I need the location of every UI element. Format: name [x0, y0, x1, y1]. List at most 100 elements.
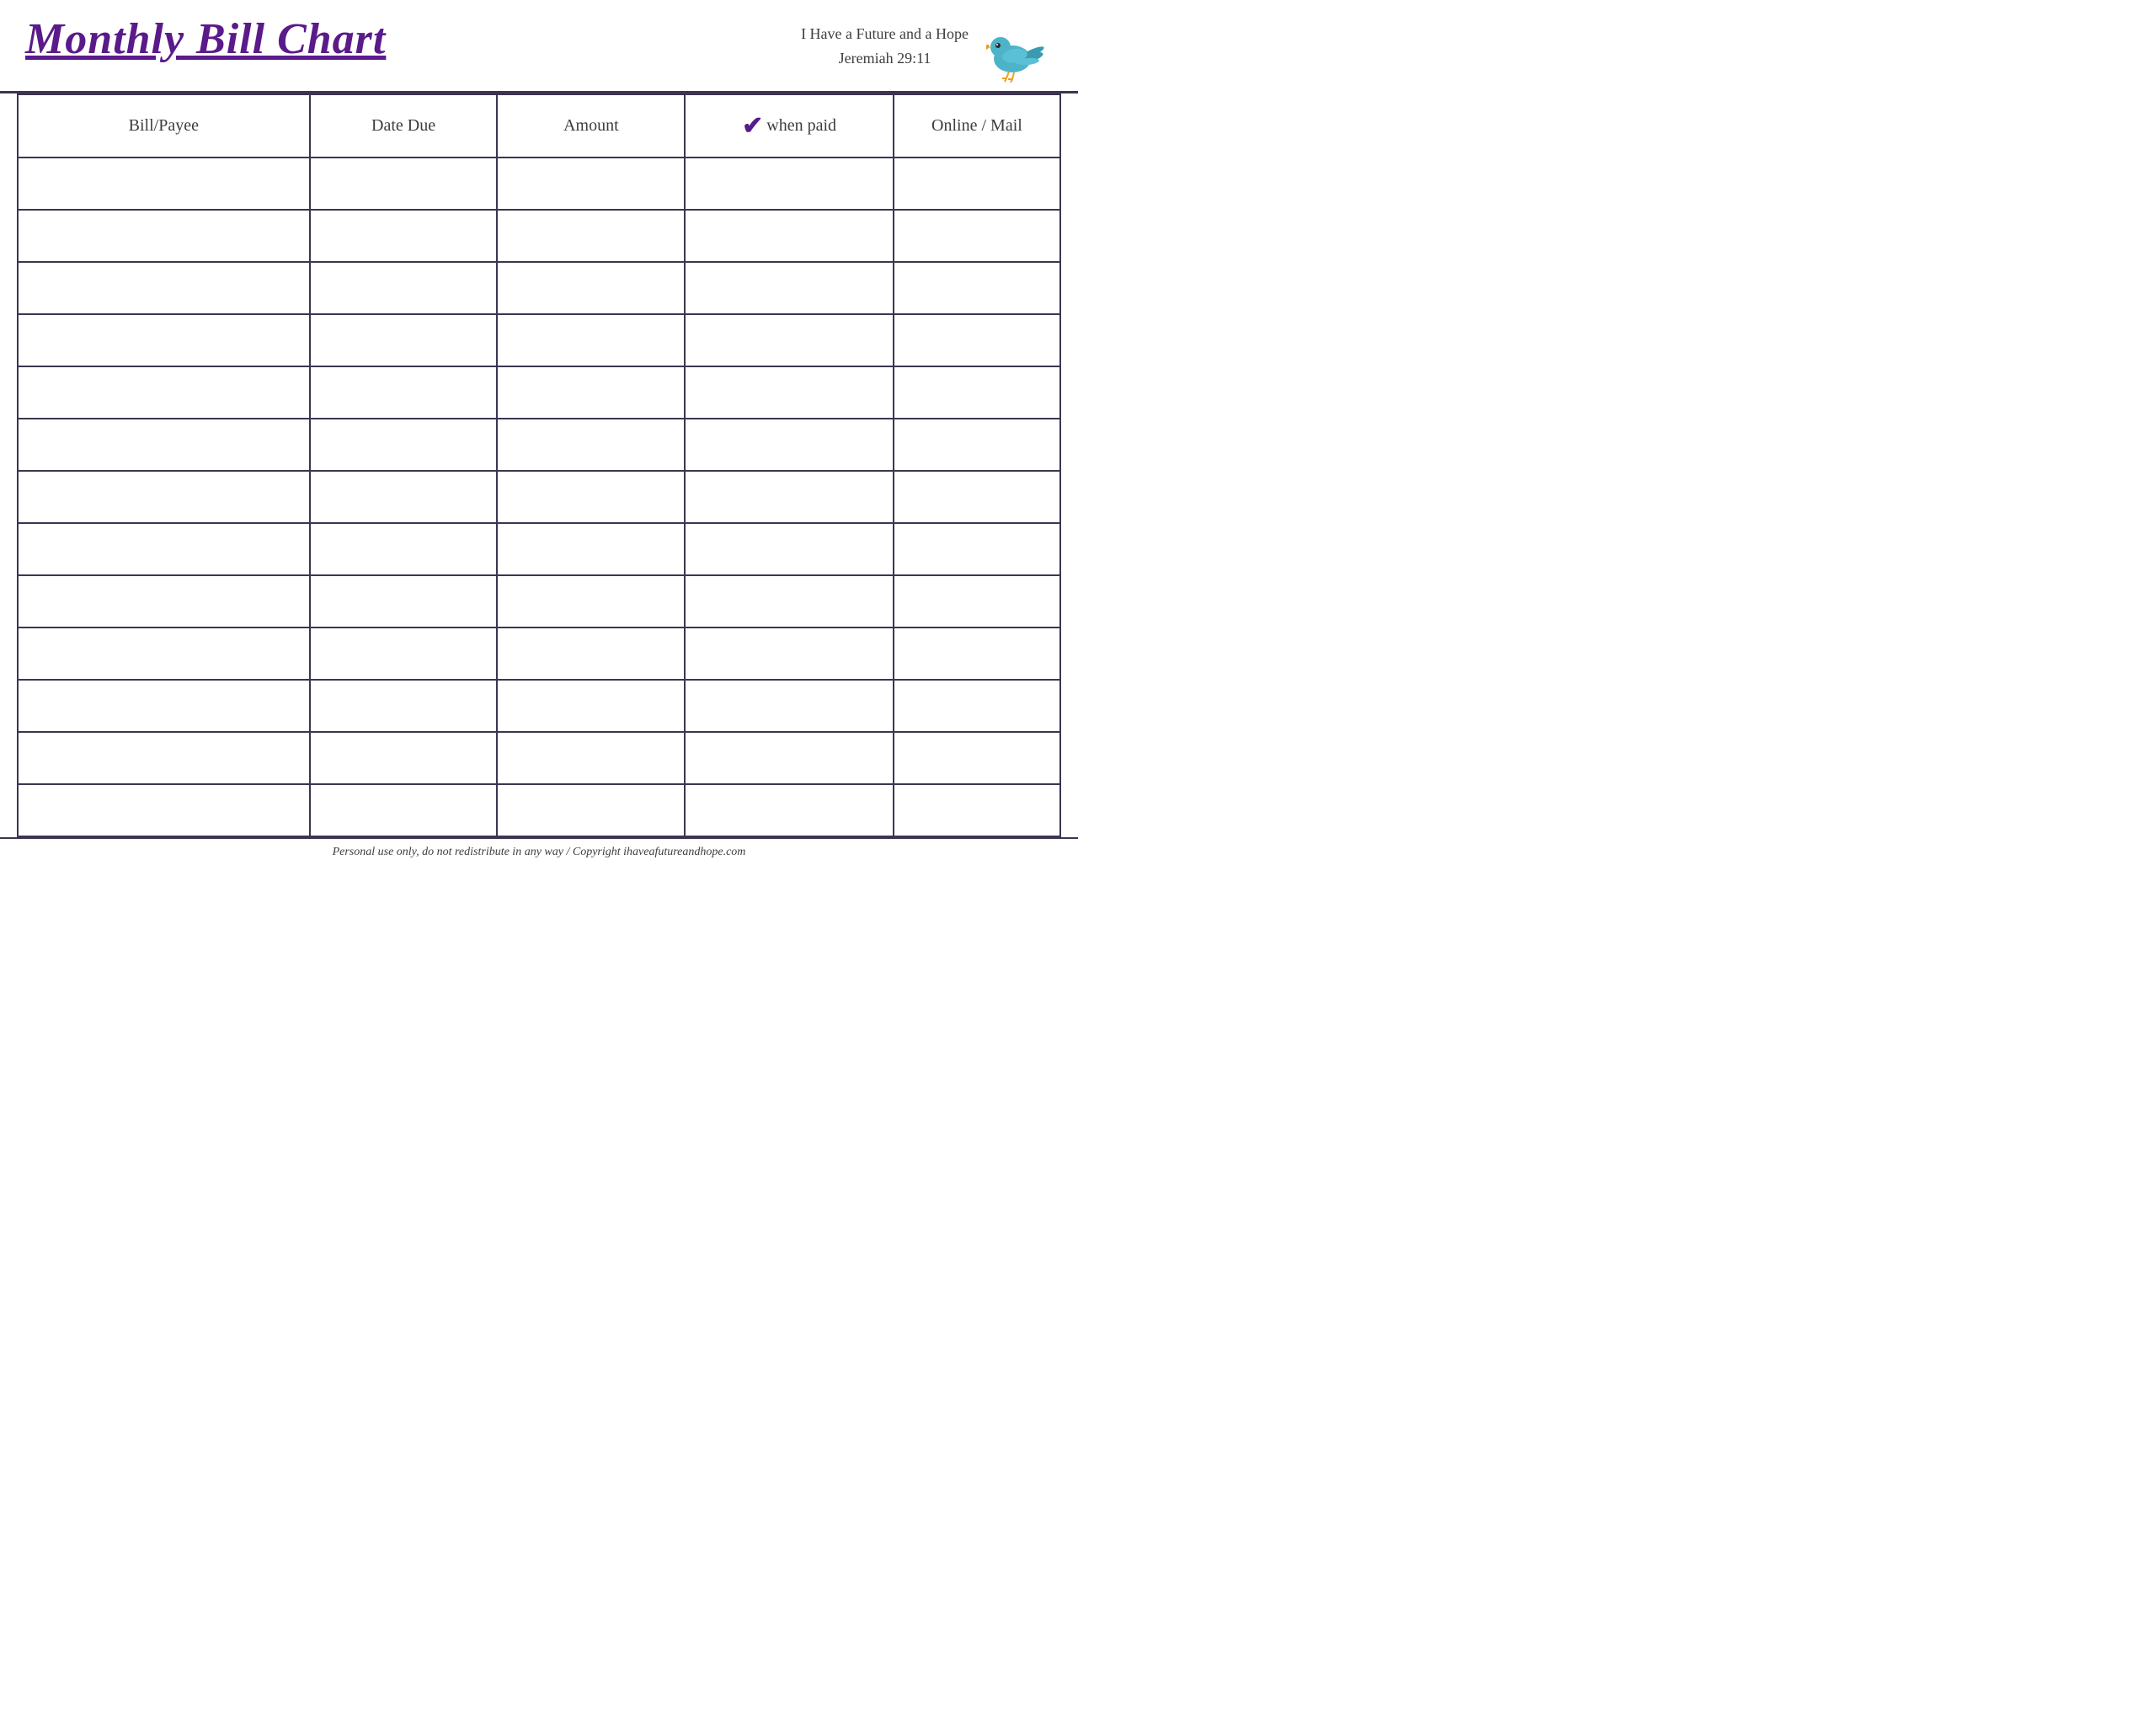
table-cell[interactable]: [894, 784, 1060, 836]
table-row: [18, 732, 1060, 784]
table-cell[interactable]: [310, 210, 498, 262]
table-cell[interactable]: [894, 575, 1060, 628]
table-cell[interactable]: [310, 784, 498, 836]
bird-icon: [977, 15, 1053, 83]
table-cell[interactable]: [497, 419, 685, 471]
col-header-online: Online / Mail: [894, 94, 1060, 158]
table-cell[interactable]: [685, 419, 894, 471]
table-cell[interactable]: [18, 523, 310, 575]
table-row: [18, 158, 1060, 210]
table-cell[interactable]: [685, 680, 894, 732]
table-cell[interactable]: [685, 523, 894, 575]
table-cell[interactable]: [685, 575, 894, 628]
table-cell[interactable]: [685, 471, 894, 523]
table-cell[interactable]: [18, 366, 310, 419]
col-header-amount: Amount: [497, 94, 685, 158]
table-cell[interactable]: [685, 210, 894, 262]
col-header-date: Date Due: [310, 94, 498, 158]
table-cell[interactable]: [894, 210, 1060, 262]
title-section: Monthly Bill Chart: [25, 15, 386, 63]
table-cell[interactable]: [894, 523, 1060, 575]
table-container: Bill/Payee Date Due Amount ✔ when paid: [0, 93, 1078, 837]
table-cell[interactable]: [497, 210, 685, 262]
table-cell[interactable]: [894, 732, 1060, 784]
table-cell[interactable]: [18, 784, 310, 836]
table-row: [18, 575, 1060, 628]
table-cell[interactable]: [497, 628, 685, 680]
right-header: I Have a Future and a Hope Jeremiah 29:1…: [801, 15, 1053, 83]
scripture-line1: I Have a Future and a Hope: [801, 22, 969, 46]
table-cell[interactable]: [310, 628, 498, 680]
table-cell[interactable]: [18, 314, 310, 366]
table-cell[interactable]: [310, 314, 498, 366]
table-cell[interactable]: [18, 419, 310, 471]
table-cell[interactable]: [18, 210, 310, 262]
table-cell[interactable]: [685, 628, 894, 680]
table-cell[interactable]: [310, 419, 498, 471]
table-cell[interactable]: [310, 575, 498, 628]
bill-table: Bill/Payee Date Due Amount ✔ when paid: [17, 93, 1061, 837]
table-cell[interactable]: [310, 680, 498, 732]
checkmark-icon: ✔: [742, 114, 763, 139]
table-row: [18, 471, 1060, 523]
table-cell[interactable]: [310, 158, 498, 210]
scripture-text: I Have a Future and a Hope Jeremiah 29:1…: [801, 15, 969, 71]
table-cell[interactable]: [497, 680, 685, 732]
table-cell[interactable]: [685, 314, 894, 366]
table-row: [18, 523, 1060, 575]
table-cell[interactable]: [894, 314, 1060, 366]
table-row: [18, 262, 1060, 314]
table-cell[interactable]: [18, 158, 310, 210]
table-cell[interactable]: [894, 366, 1060, 419]
table-cell[interactable]: [497, 262, 685, 314]
table-cell[interactable]: [310, 366, 498, 419]
table-cell[interactable]: [497, 784, 685, 836]
table-cell[interactable]: [685, 262, 894, 314]
footer-text: Personal use only, do not redistribute i…: [333, 846, 746, 858]
table-row: [18, 419, 1060, 471]
header: Monthly Bill Chart I Have a Future and a…: [0, 0, 1078, 93]
table-cell[interactable]: [685, 784, 894, 836]
table-row: [18, 680, 1060, 732]
main-title: Monthly Bill Chart: [25, 15, 386, 63]
table-cell[interactable]: [18, 628, 310, 680]
table-cell[interactable]: [310, 732, 498, 784]
table-cell[interactable]: [894, 628, 1060, 680]
table-cell[interactable]: [18, 471, 310, 523]
table-cell[interactable]: [894, 419, 1060, 471]
table-cell[interactable]: [894, 680, 1060, 732]
table-cell[interactable]: [18, 732, 310, 784]
check-label: when paid: [766, 116, 836, 136]
table-cell[interactable]: [894, 158, 1060, 210]
table-cell[interactable]: [497, 158, 685, 210]
footer: Personal use only, do not redistribute i…: [0, 837, 1078, 866]
table-cell[interactable]: [497, 471, 685, 523]
table-cell[interactable]: [685, 158, 894, 210]
table-row: [18, 366, 1060, 419]
table-cell[interactable]: [497, 523, 685, 575]
check-header-content: ✔ when paid: [692, 114, 886, 139]
table-cell[interactable]: [18, 575, 310, 628]
table-row: [18, 210, 1060, 262]
table-cell[interactable]: [685, 732, 894, 784]
table-cell[interactable]: [18, 262, 310, 314]
table-cell[interactable]: [894, 471, 1060, 523]
table-row: [18, 628, 1060, 680]
table-cell[interactable]: [310, 262, 498, 314]
page: Monthly Bill Chart I Have a Future and a…: [0, 0, 1078, 866]
table-cell[interactable]: [310, 471, 498, 523]
col-header-check: ✔ when paid: [685, 94, 894, 158]
table-cell[interactable]: [310, 523, 498, 575]
table-cell[interactable]: [18, 680, 310, 732]
table-header-row: Bill/Payee Date Due Amount ✔ when paid: [18, 94, 1060, 158]
table-cell[interactable]: [497, 366, 685, 419]
table-cell[interactable]: [497, 314, 685, 366]
scripture-line2: Jeremiah 29:11: [801, 46, 969, 71]
table-row: [18, 784, 1060, 836]
table-cell[interactable]: [497, 575, 685, 628]
table-cell[interactable]: [894, 262, 1060, 314]
col-header-payee: Bill/Payee: [18, 94, 310, 158]
table-cell[interactable]: [497, 732, 685, 784]
table-row: [18, 314, 1060, 366]
table-cell[interactable]: [685, 366, 894, 419]
